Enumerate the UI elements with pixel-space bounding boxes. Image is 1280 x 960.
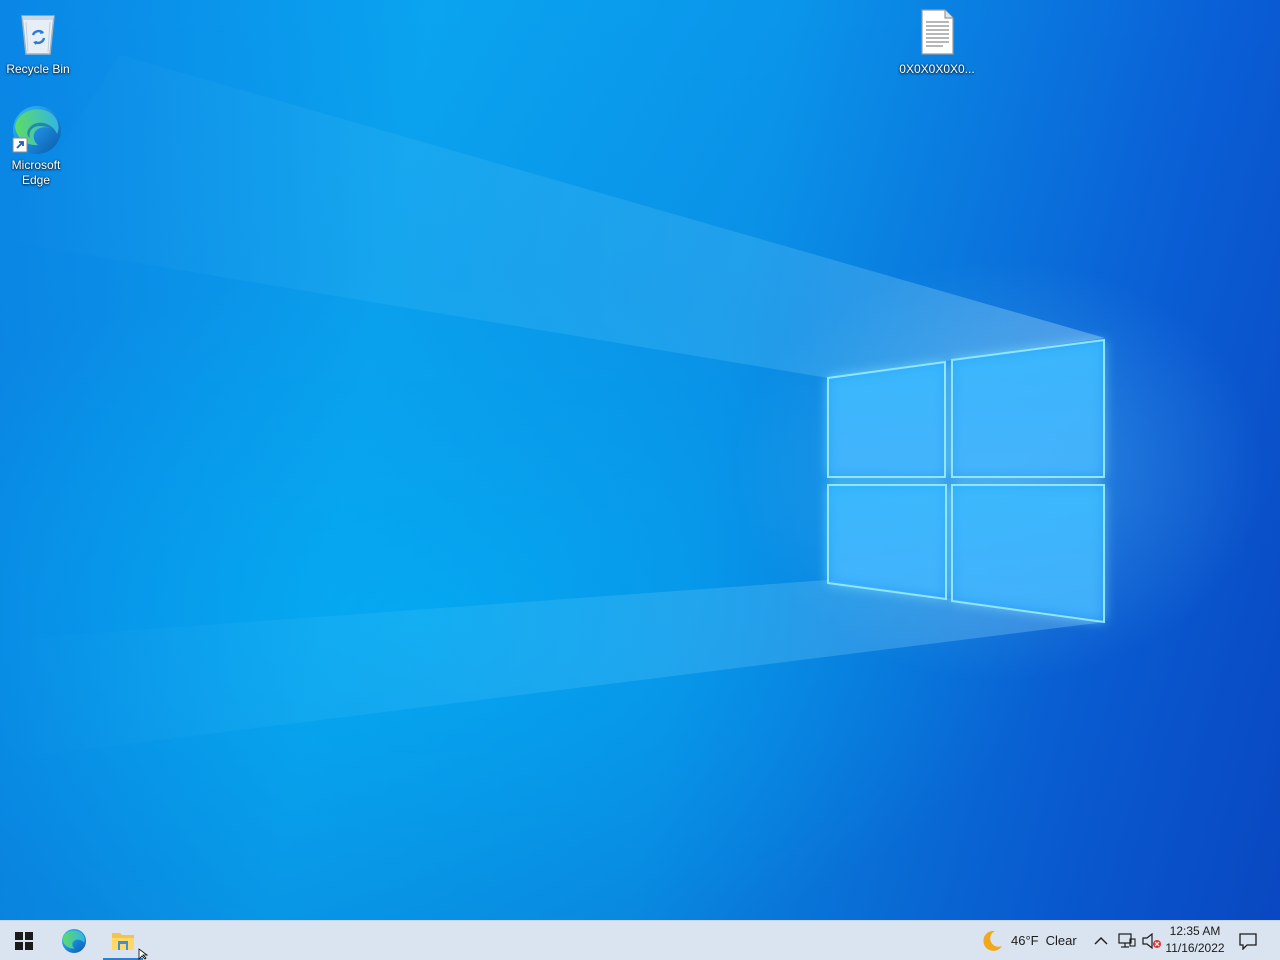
folder-icon	[112, 932, 134, 950]
desktop-icon-label: Microsoft Edge	[11, 158, 61, 187]
windows-start-icon	[15, 931, 33, 950]
show-hidden-icons-button[interactable]	[1094, 921, 1108, 960]
chevron-up-icon	[1094, 936, 1108, 944]
volume-muted-icon	[1142, 932, 1161, 949]
weather-widget[interactable]: 46°F Clear	[980, 921, 1077, 960]
clock-time: 12:35 AM	[1169, 924, 1221, 938]
action-center-icon	[1239, 932, 1257, 950]
clock[interactable]: 12:35 AM 11/16/2022	[1162, 923, 1228, 957]
edge-icon	[10, 104, 62, 156]
recycle-bin-icon	[12, 8, 64, 60]
mouse-cursor	[138, 948, 149, 960]
desktop-icon-label: Recycle Bin	[6, 62, 70, 76]
desktop-icon-recycle-bin[interactable]: Recycle Bin	[0, 8, 76, 77]
desktop-icon-label: 0X0X0X0X0...	[899, 62, 975, 76]
weather-condition: Clear	[1045, 933, 1077, 948]
desktop-icon-microsoft-edge[interactable]: Microsoft Edge	[0, 104, 74, 188]
taskbar-edge-button[interactable]	[50, 921, 98, 960]
desktop-icon-text-file[interactable]: 0X0X0X0X0...	[899, 8, 975, 77]
moon-icon	[983, 930, 1002, 951]
edge-icon	[62, 928, 86, 953]
wallpaper-windows-logo	[827, 338, 1105, 624]
desktop: Recycle Bin Microsoft Edge 0X0X0X0X0...	[0, 0, 1280, 920]
action-center-button[interactable]	[1228, 921, 1268, 960]
start-button[interactable]	[0, 921, 48, 960]
weather-temperature: 46°F	[1011, 933, 1039, 948]
clock-date: 11/16/2022	[1165, 941, 1225, 955]
text-file-icon	[911, 8, 963, 60]
volume-button[interactable]	[1142, 921, 1162, 960]
taskbar: 46°F Clear 12:35 AM 11/16/2022	[0, 920, 1280, 960]
network-icon	[1118, 932, 1136, 948]
network-status-button[interactable]	[1118, 921, 1136, 960]
